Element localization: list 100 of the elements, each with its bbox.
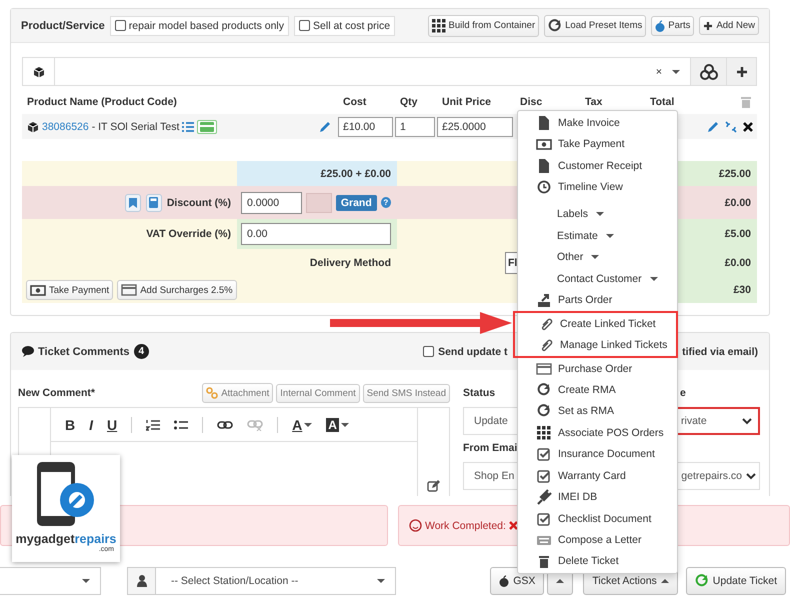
edit-icon <box>427 480 440 492</box>
action-button[interactable]: Add Surcharges 2.5% <box>117 280 237 300</box>
cubes-icon <box>700 64 718 80</box>
menu-item[interactable]: Purchase Order <box>518 358 677 380</box>
refresh-icon <box>536 404 552 418</box>
pencil-icon <box>319 120 331 132</box>
work-completed-text: Work Completed: <box>425 520 506 532</box>
banknote-icon <box>30 284 46 296</box>
menu-item[interactable]: Make Invoice <box>518 112 677 134</box>
trash-icon <box>741 96 751 108</box>
menu-item[interactable]: Estimate <box>518 225 677 247</box>
menu-item[interactable]: Parts Order <box>518 290 677 311</box>
menu-item[interactable]: Take Payment <box>518 133 677 155</box>
clear-icon[interactable]: × <box>656 66 662 78</box>
update-ticket-button[interactable]: Update Ticket <box>686 567 786 595</box>
menu-item[interactable]: Associate POS Orders <box>518 422 677 444</box>
document-icon <box>536 158 552 174</box>
vat-label: VAT Override (%) <box>146 228 231 240</box>
menu-item[interactable]: Create RMA <box>518 379 677 401</box>
select-field[interactable] <box>0 567 101 595</box>
document-icon <box>536 114 552 131</box>
plus-icon <box>736 66 746 76</box>
amount-text: £25.00 <box>718 168 751 180</box>
discount-field[interactable]: 0.0000 <box>241 192 302 214</box>
toolbar-button[interactable]: Build from Container <box>428 14 540 36</box>
bookmark-icon <box>128 198 137 208</box>
caret-icon <box>82 578 90 584</box>
caret-icon <box>556 578 564 584</box>
column-header: Qty <box>399 96 419 108</box>
column-header: Cost <box>342 96 368 108</box>
quantity-field[interactable]: 1 <box>395 116 435 136</box>
caret-icon <box>660 578 669 584</box>
link-icon <box>206 387 218 399</box>
toolbar-button[interactable]: Add New <box>699 16 759 35</box>
keyboard-icon <box>536 534 552 546</box>
amount-text: £30 <box>733 284 751 296</box>
checkbox[interactable] <box>299 20 310 31</box>
comment-option-button[interactable]: Send SMS Instead <box>362 384 450 402</box>
column-header: Product Name (Product Code) <box>26 96 178 108</box>
section-title: Product/Service <box>21 20 105 32</box>
checkbox[interactable] <box>423 346 434 357</box>
cost-field[interactable]: £10.00 <box>338 116 393 136</box>
bold-button[interactable]: B <box>65 416 76 432</box>
column-header: Disc <box>519 96 544 108</box>
text-color-button[interactable]: A <box>292 416 312 432</box>
menu-item[interactable]: Warranty Card <box>518 465 677 486</box>
product-code-link[interactable]: 38086526 <box>42 120 89 132</box>
unit-price-field[interactable]: £25.0000 <box>437 116 513 136</box>
toolbar-button[interactable]: Load Preset Items <box>544 14 646 36</box>
italic-button[interactable]: I <box>89 416 94 432</box>
bookmark-button[interactable] <box>124 194 141 212</box>
box-arrow-icon <box>536 292 552 308</box>
discount-label: Discount (%) <box>166 196 231 208</box>
from-email-label: From Emai <box>463 442 518 454</box>
caret-icon <box>304 422 312 428</box>
caret-icon <box>672 68 680 74</box>
cross-icon <box>508 521 518 530</box>
calculator-button[interactable] <box>146 194 162 212</box>
menu-item[interactable]: Customer Receipt <box>518 154 677 176</box>
action-button[interactable]: Take Payment <box>26 280 114 300</box>
comment-option-button[interactable]: Attachment <box>202 383 274 403</box>
checkbox[interactable] <box>114 20 126 31</box>
smiley-icon <box>409 519 422 532</box>
chevron-icon <box>746 472 756 480</box>
apple-icon <box>499 575 510 587</box>
delete-icon <box>743 122 753 132</box>
menu-item[interactable]: Timeline View <box>518 176 677 198</box>
amount-text: £0.00 <box>724 257 751 269</box>
refresh-icon <box>694 574 709 588</box>
caret-icon <box>340 422 349 428</box>
subtotal-text: £25.00 + £0.00 <box>320 168 391 180</box>
list-icon <box>182 120 194 132</box>
menu-item[interactable]: Labels <box>518 204 677 226</box>
speech-bubble-icon <box>22 346 34 357</box>
underline-button[interactable]: U <box>107 416 118 432</box>
menu-item[interactable]: Manage Linked Tickets <box>520 334 676 356</box>
menu-item[interactable]: Checklist Document <box>518 508 677 530</box>
menu-item[interactable]: Insurance Document <box>518 444 677 465</box>
card-button[interactable] <box>197 120 218 134</box>
product-search-field[interactable]: × <box>22 57 757 86</box>
card-icon <box>536 362 552 375</box>
calculator-icon <box>149 197 158 208</box>
menu-item[interactable]: Set as RMA <box>518 400 677 422</box>
station-user-button[interactable] <box>127 567 156 595</box>
bullet-list-icon <box>174 418 188 430</box>
menu-item[interactable]: Compose a Letter <box>518 529 677 551</box>
trash-icon <box>536 554 552 568</box>
toolbar-button[interactable]: Parts <box>651 16 694 36</box>
vat-field[interactable]: 0.00 <box>241 223 391 245</box>
plus-icon <box>703 20 714 30</box>
discount-amount-field[interactable] <box>306 192 332 212</box>
menu-item[interactable]: Create Linked Ticket <box>520 312 676 334</box>
delivery-label: Delivery Method <box>310 257 391 269</box>
station-select[interactable]: -- Select Station/Location -- <box>156 567 396 595</box>
comment-option-button[interactable]: Internal Comment <box>276 384 360 402</box>
help-icon[interactable]: ? <box>380 197 391 208</box>
refresh-icon <box>548 18 562 32</box>
type-label: e <box>680 387 687 399</box>
grand-button[interactable]: Grand <box>336 194 377 210</box>
card-icon <box>121 284 138 296</box>
